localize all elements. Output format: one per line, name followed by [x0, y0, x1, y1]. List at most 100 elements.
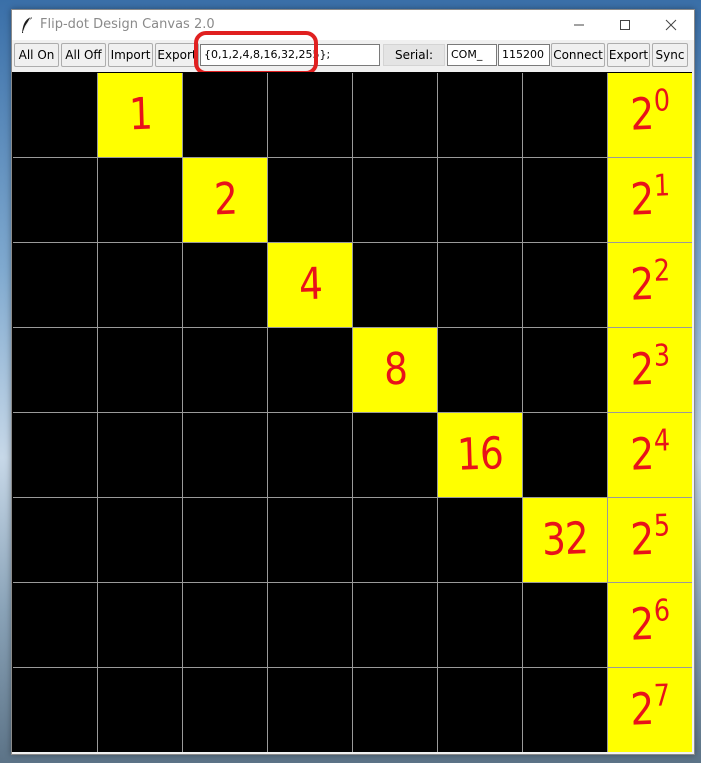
dot-cell[interactable] — [523, 668, 607, 752]
dot-cell[interactable]: 27 — [608, 668, 692, 752]
dot-cell[interactable] — [523, 328, 607, 412]
dot-cell[interactable] — [183, 243, 267, 327]
dot-cell[interactable] — [523, 73, 607, 157]
feather-icon — [22, 16, 32, 33]
dot-cell[interactable] — [268, 413, 352, 497]
dot-cell[interactable] — [438, 73, 522, 157]
dot-cell[interactable] — [268, 328, 352, 412]
dot-cell[interactable] — [98, 583, 182, 667]
dot-cell[interactable] — [183, 668, 267, 752]
dot-cell[interactable]: 4 — [268, 243, 352, 327]
minimize-button[interactable] — [556, 10, 602, 40]
dot-cell[interactable]: 26 — [608, 583, 692, 667]
design-canvas: 1 20 2 21 4 22 8 23 16 24 32 25 26 27 — [12, 72, 692, 752]
dot-cell[interactable] — [268, 73, 352, 157]
label-base: 2 — [629, 258, 655, 311]
label-base: 2 — [629, 428, 655, 481]
dot-cell[interactable] — [353, 413, 437, 497]
dot-cell[interactable] — [438, 158, 522, 242]
dot-cell[interactable] — [438, 243, 522, 327]
dot-cell[interactable] — [98, 413, 182, 497]
dot-cell[interactable] — [268, 668, 352, 752]
label-exponent: 2 — [653, 253, 670, 289]
label-base: 2 — [629, 683, 655, 736]
dot-cell[interactable]: 32 — [523, 498, 607, 582]
dot-cell[interactable] — [98, 243, 182, 327]
dot-cell[interactable]: 2 — [183, 158, 267, 242]
dot-cell[interactable] — [353, 243, 437, 327]
dot-cell[interactable] — [268, 583, 352, 667]
dot-cell[interactable]: 20 — [608, 73, 692, 157]
handwritten-label: 16 — [456, 428, 503, 481]
dot-cell[interactable]: 21 — [608, 158, 692, 242]
dot-cell[interactable] — [353, 73, 437, 157]
dot-cell[interactable] — [183, 583, 267, 667]
dot-cell[interactable] — [98, 498, 182, 582]
handwritten-label: 27 — [629, 678, 670, 736]
dot-cell[interactable] — [523, 243, 607, 327]
dot-cell[interactable]: 8 — [353, 328, 437, 412]
dot-cell[interactable]: 16 — [438, 413, 522, 497]
dot-cell[interactable] — [183, 328, 267, 412]
close-button[interactable] — [648, 10, 694, 40]
dot-cell[interactable] — [353, 668, 437, 752]
maximize-button[interactable] — [602, 10, 648, 40]
handwritten-label: 20 — [630, 83, 670, 141]
dot-cell[interactable] — [13, 328, 97, 412]
close-icon — [665, 19, 677, 31]
dot-cell[interactable] — [13, 413, 97, 497]
dot-cell[interactable] — [183, 498, 267, 582]
dot-cell[interactable] — [523, 158, 607, 242]
dot-cell[interactable] — [438, 328, 522, 412]
title-bar[interactable]: Flip-dot Design Canvas 2.0 — [12, 10, 694, 40]
dot-cell[interactable] — [13, 498, 97, 582]
dot-cell[interactable] — [13, 158, 97, 242]
export-serial-button[interactable]: Export — [607, 43, 650, 67]
dot-cell[interactable] — [353, 498, 437, 582]
toolbar: All On All Off Import Export {0,1,2,4,8,… — [14, 43, 690, 69]
dot-cell[interactable] — [268, 158, 352, 242]
dot-cell[interactable]: 22 — [608, 243, 692, 327]
dot-cell[interactable] — [353, 158, 437, 242]
export-button[interactable]: Export — [155, 43, 199, 67]
dot-cell[interactable] — [98, 668, 182, 752]
label-exponent: 5 — [653, 508, 670, 544]
dot-cell[interactable] — [353, 583, 437, 667]
dot-cell[interactable] — [183, 413, 267, 497]
all-on-button[interactable]: All On — [14, 43, 59, 67]
label-base: 16 — [456, 428, 504, 481]
dot-cell[interactable] — [438, 668, 522, 752]
handwritten-label: 22 — [629, 253, 670, 311]
serial-label: Serial: — [383, 44, 445, 66]
handwritten-label: 23 — [630, 338, 670, 396]
dot-cell[interactable] — [13, 668, 97, 752]
dot-cell[interactable] — [183, 73, 267, 157]
dot-cell[interactable] — [523, 583, 607, 667]
connect-button[interactable]: Connect — [551, 43, 605, 67]
label-exponent: 6 — [653, 593, 670, 629]
dot-cell[interactable] — [13, 583, 97, 667]
import-button[interactable]: Import — [108, 43, 153, 67]
dot-cell[interactable] — [438, 498, 522, 582]
port-field[interactable]: COM_ — [447, 44, 497, 66]
dot-cell[interactable]: 1 — [98, 73, 182, 157]
pattern-field[interactable]: {0,1,2,4,8,16,32,255}; — [200, 44, 380, 66]
dot-cell[interactable] — [268, 498, 352, 582]
baud-field[interactable]: 115200 — [498, 44, 550, 66]
dot-grid: 1 20 2 21 4 22 8 23 16 24 32 25 26 27 — [13, 73, 692, 752]
all-off-button[interactable]: All Off — [61, 43, 106, 67]
dot-cell[interactable]: 25 — [608, 498, 692, 582]
label-exponent: 0 — [653, 83, 670, 119]
dot-cell[interactable]: 23 — [608, 328, 692, 412]
dot-cell[interactable] — [438, 583, 522, 667]
dot-cell[interactable] — [98, 328, 182, 412]
handwritten-label: 21 — [630, 168, 670, 226]
dot-cell[interactable] — [523, 413, 607, 497]
dot-cell[interactable]: 24 — [608, 413, 692, 497]
label-exponent: 1 — [653, 168, 670, 204]
sync-button[interactable]: Sync — [652, 43, 688, 67]
dot-cell[interactable] — [98, 158, 182, 242]
dot-cell[interactable] — [13, 243, 97, 327]
dot-cell[interactable] — [13, 73, 97, 157]
handwritten-label: 8 — [383, 344, 407, 396]
